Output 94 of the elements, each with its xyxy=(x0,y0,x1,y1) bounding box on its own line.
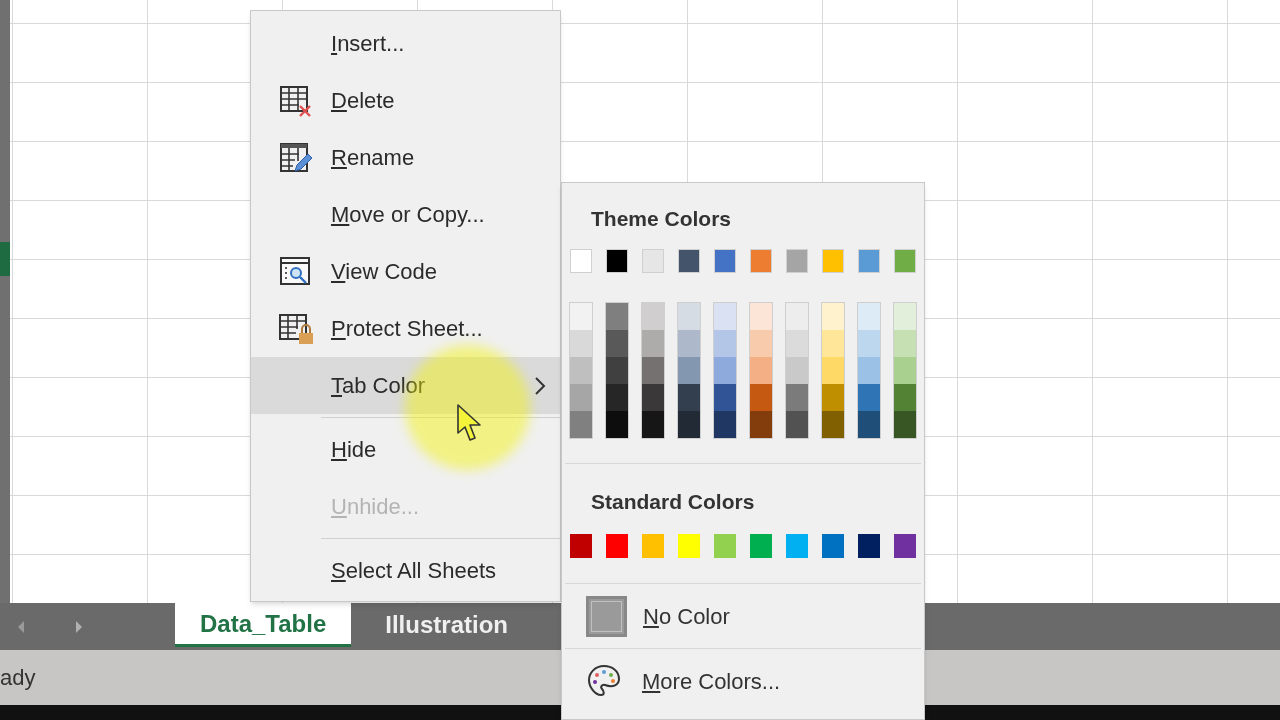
color-swatch[interactable] xyxy=(677,357,701,384)
color-swatch[interactable] xyxy=(785,411,809,439)
color-swatch[interactable] xyxy=(893,357,917,384)
more-colors-item[interactable]: More Colors... xyxy=(562,649,924,713)
color-swatch[interactable] xyxy=(605,357,629,384)
color-swatch[interactable] xyxy=(641,411,665,439)
color-swatch[interactable] xyxy=(606,249,628,273)
color-swatch[interactable] xyxy=(750,249,772,273)
color-swatch[interactable] xyxy=(569,302,593,330)
color-swatch[interactable] xyxy=(570,534,592,558)
color-swatch[interactable] xyxy=(822,534,844,558)
sheet-tab[interactable]: Data_Table xyxy=(175,603,352,647)
color-swatch[interactable] xyxy=(713,384,737,411)
color-swatch[interactable] xyxy=(785,302,809,330)
color-swatch[interactable] xyxy=(893,384,917,411)
scroll-right-icon[interactable] xyxy=(73,619,85,634)
color-swatch[interactable] xyxy=(785,357,809,384)
color-swatch[interactable] xyxy=(893,330,917,357)
palette-icon xyxy=(586,663,622,699)
color-swatch[interactable] xyxy=(605,302,629,330)
menu-item[interactable]: Insert... xyxy=(251,15,560,72)
color-swatch[interactable] xyxy=(569,411,593,439)
color-swatch[interactable] xyxy=(894,249,916,273)
color-swatch[interactable] xyxy=(749,411,773,439)
color-swatch[interactable] xyxy=(713,330,737,357)
color-swatch[interactable] xyxy=(713,302,737,330)
color-swatch[interactable] xyxy=(857,357,881,384)
color-swatch[interactable] xyxy=(821,330,845,357)
color-swatch[interactable] xyxy=(569,357,593,384)
section-heading: Theme Colors xyxy=(590,206,733,232)
color-swatch[interactable] xyxy=(893,302,917,330)
color-swatch[interactable] xyxy=(858,249,880,273)
color-swatch[interactable] xyxy=(569,384,593,411)
color-swatch[interactable] xyxy=(606,534,628,558)
color-swatch[interactable] xyxy=(858,534,880,558)
color-swatch[interactable] xyxy=(641,330,665,357)
color-swatch[interactable] xyxy=(786,249,808,273)
color-swatch[interactable] xyxy=(677,411,701,439)
color-swatch[interactable] xyxy=(857,411,881,439)
row-selection-marker xyxy=(0,242,10,276)
color-swatch[interactable] xyxy=(749,357,773,384)
color-swatch[interactable] xyxy=(714,249,736,273)
color-swatch[interactable] xyxy=(893,411,917,439)
menu-item[interactable]: View Code xyxy=(251,243,560,300)
color-swatch[interactable] xyxy=(857,302,881,330)
color-swatch[interactable] xyxy=(605,384,629,411)
menu-item[interactable]: Select All Sheets xyxy=(251,535,560,599)
color-swatch[interactable] xyxy=(713,411,737,439)
color-swatch[interactable] xyxy=(605,411,629,439)
color-swatch[interactable] xyxy=(749,384,773,411)
menu-item[interactable]: Hide xyxy=(251,414,560,478)
color-swatch[interactable] xyxy=(749,330,773,357)
color-swatch[interactable] xyxy=(821,411,845,439)
color-swatch[interactable] xyxy=(822,249,844,273)
color-swatch[interactable] xyxy=(677,384,701,411)
color-swatch[interactable] xyxy=(713,357,737,384)
color-swatch[interactable] xyxy=(894,534,916,558)
color-swatch[interactable] xyxy=(749,302,773,330)
menu-item[interactable]: Tab Color xyxy=(251,357,560,414)
color-swatch[interactable] xyxy=(785,330,809,357)
color-swatch[interactable] xyxy=(821,302,845,330)
color-swatch[interactable] xyxy=(569,330,593,357)
color-swatch[interactable] xyxy=(750,534,772,558)
rename-sheet-icon xyxy=(279,140,313,175)
color-swatch[interactable] xyxy=(857,330,881,357)
menu-item[interactable]: Protect Sheet... xyxy=(251,300,560,357)
menu-item[interactable]: Move or Copy... xyxy=(251,186,560,243)
color-swatch[interactable] xyxy=(785,384,809,411)
menu-item[interactable]: Rename xyxy=(251,129,560,186)
color-swatch[interactable] xyxy=(642,249,664,273)
menu-item[interactable]: Delete xyxy=(251,72,560,129)
color-swatch[interactable] xyxy=(605,330,629,357)
color-swatch[interactable] xyxy=(641,384,665,411)
color-swatch[interactable] xyxy=(642,534,664,558)
status-text: ady xyxy=(0,664,36,692)
pointer-icon xyxy=(456,403,484,443)
swatch-icon xyxy=(586,595,627,637)
no-color-item[interactable]: No Color xyxy=(562,584,924,648)
color-swatch[interactable] xyxy=(570,249,592,273)
section-heading: Standard Colors xyxy=(590,489,756,515)
color-swatch[interactable] xyxy=(821,357,845,384)
color-swatch[interactable] xyxy=(641,302,665,330)
sheet-tab[interactable]: Illustration xyxy=(351,603,542,647)
color-swatch[interactable] xyxy=(641,357,665,384)
delete-sheet-icon xyxy=(279,83,313,118)
protect-sheet-icon xyxy=(278,311,314,346)
color-swatch[interactable] xyxy=(821,384,845,411)
color-swatch[interactable] xyxy=(677,302,701,330)
color-swatch[interactable] xyxy=(677,330,701,357)
color-swatch[interactable] xyxy=(857,384,881,411)
color-swatch[interactable] xyxy=(678,534,700,558)
color-swatch[interactable] xyxy=(678,249,700,273)
color-swatch[interactable] xyxy=(714,534,736,558)
color-swatch[interactable] xyxy=(786,534,808,558)
